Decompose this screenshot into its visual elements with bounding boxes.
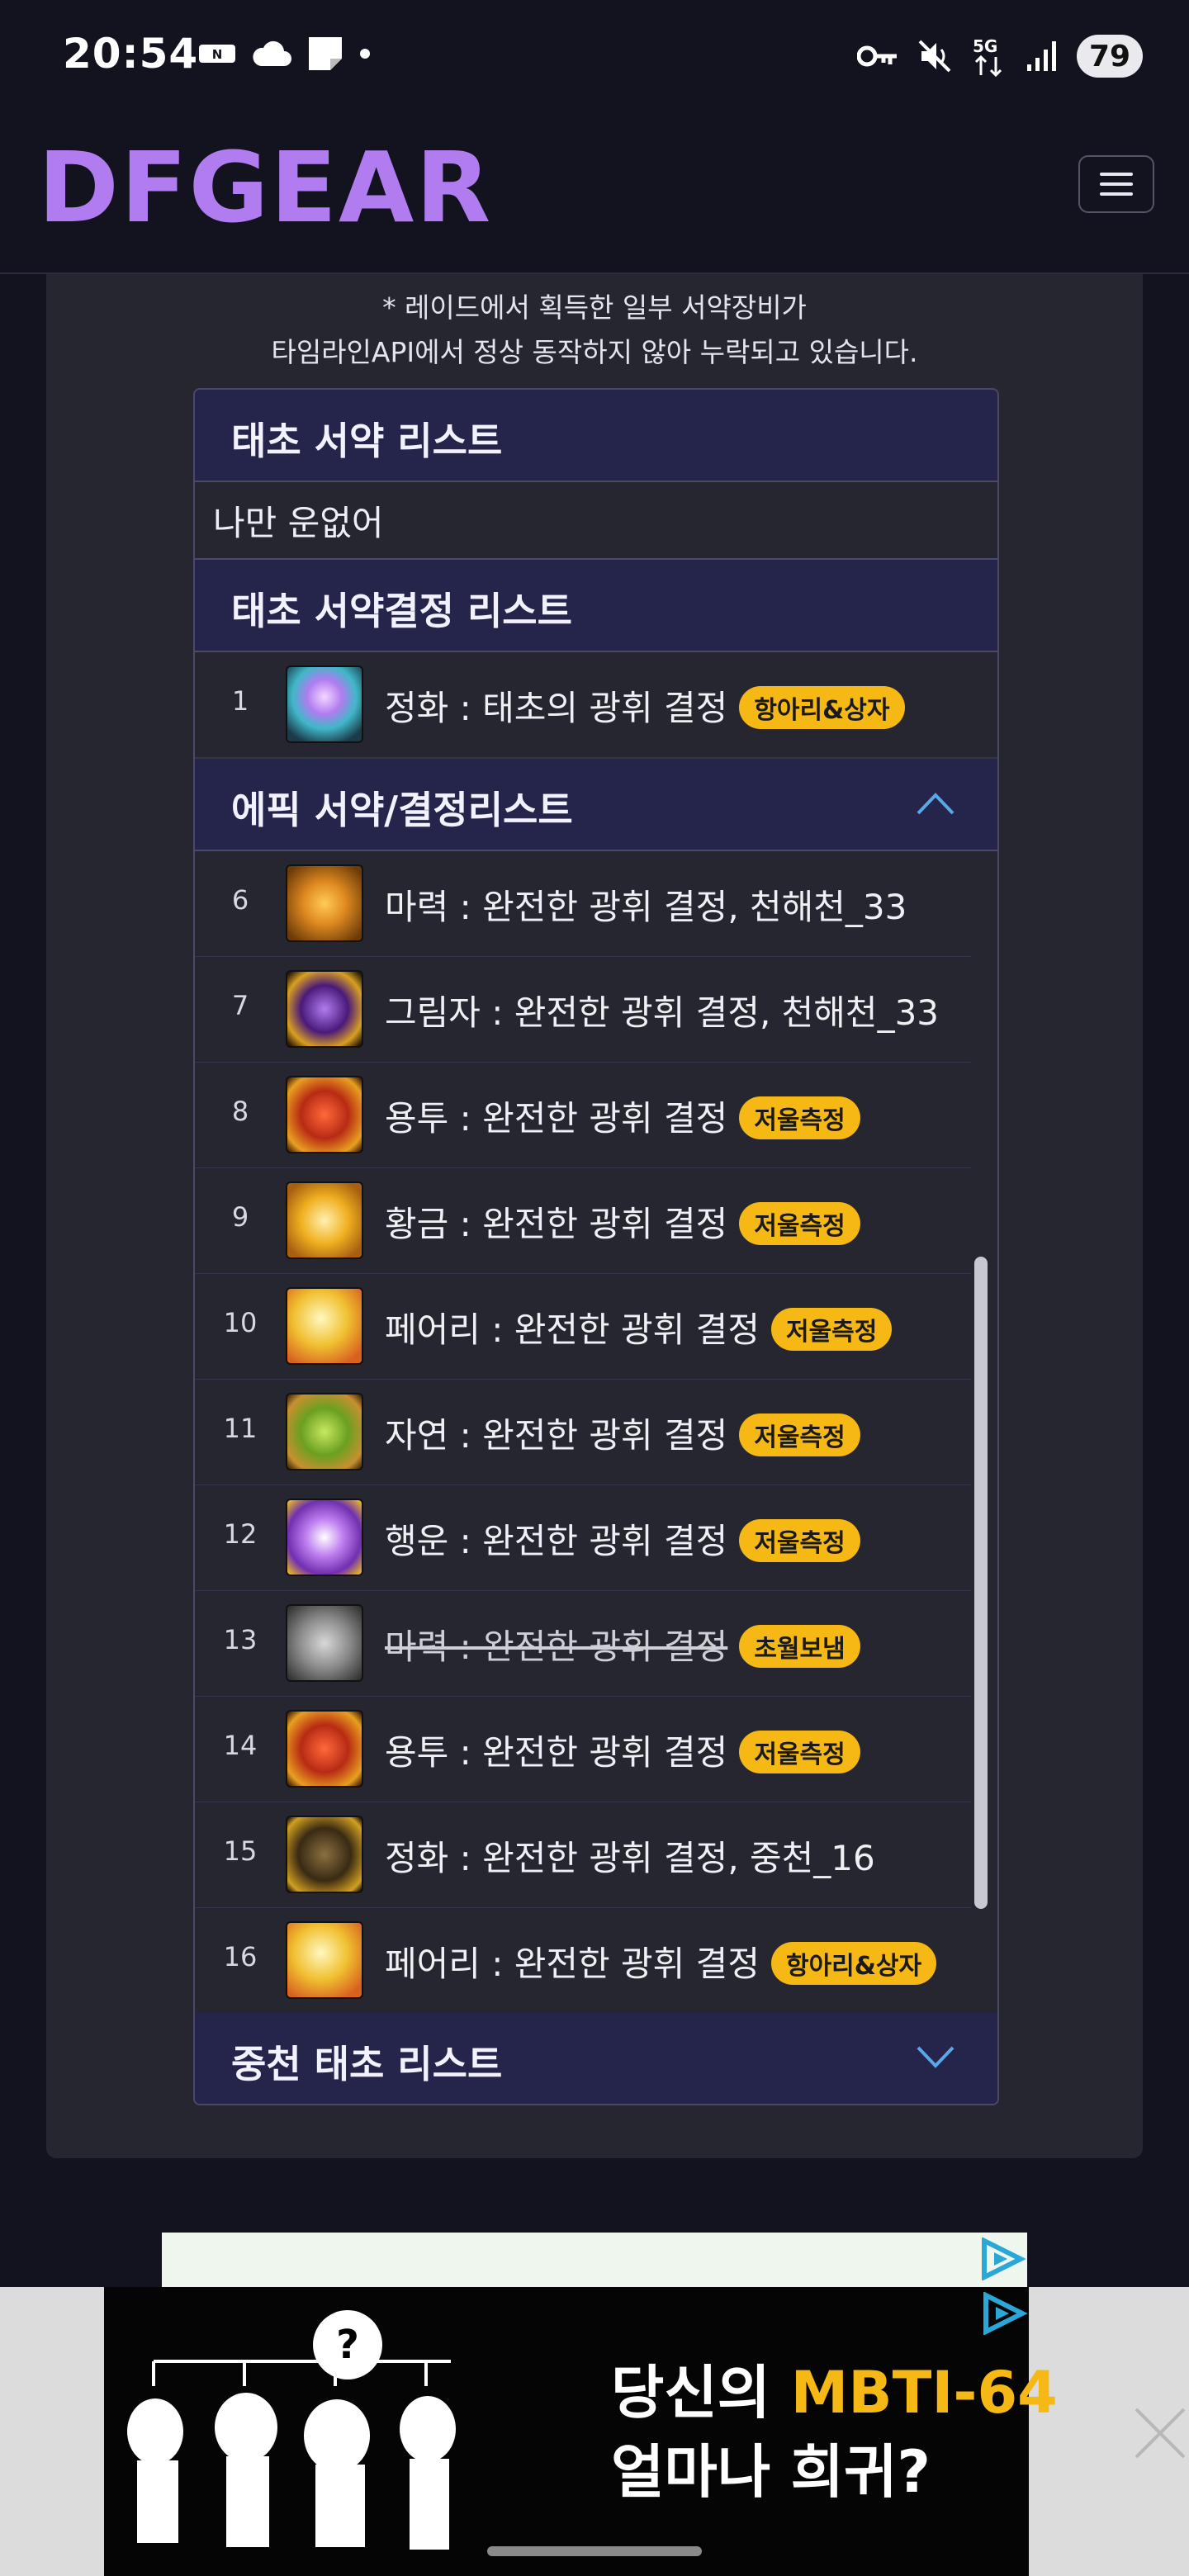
crystal-item-icon (286, 665, 363, 743)
network-5g-icon: 5G (973, 36, 1002, 77)
list-item: 11 자연 : 완전한 광휘 결정 저울측정 (195, 1380, 971, 1486)
section-header-crystal: 태초 서약결정 리스트 (195, 560, 997, 652)
notification-icon: N (199, 45, 235, 63)
cloud-icon (253, 40, 291, 66)
item-tag: 저울측정 (739, 1201, 860, 1245)
section-title: 태초 서약결정 리스트 (231, 589, 572, 633)
ad-banner-top[interactable] (162, 2233, 1027, 2287)
battery-indicator: 79 (1077, 35, 1143, 78)
list-item: 14 용투 : 완전한 광휘 결정 저울측정 (195, 1697, 971, 1803)
item-tag: 저울측정 (739, 1518, 860, 1562)
chevron-up-icon[interactable] (917, 790, 955, 815)
list-item: 8 용투 : 완전한 광휘 결정 저울측정 (195, 1063, 971, 1169)
mute-icon (918, 40, 951, 73)
item-tag: 항아리&상자 (739, 685, 905, 729)
svg-text:?: ? (336, 2322, 359, 2368)
magic-crystal-icon (286, 864, 363, 942)
item-tag: 저울측정 (739, 1096, 860, 1139)
svg-text:5G: 5G (973, 36, 997, 56)
key-icon (857, 45, 897, 67)
site-header: DFGEAR (0, 107, 1189, 274)
status-bar: 20:54 N 5G 79 (0, 0, 1189, 107)
item-tag: 저울측정 (739, 1413, 860, 1456)
list-item: 13 마력 : 완전한 광휘 결정 초월보냄 (195, 1591, 971, 1698)
list-item: 16 페어리 : 완전한 광휘 결정 항아리&상자 (195, 1908, 971, 2015)
hamburger-icon (1100, 173, 1133, 176)
item-tag: 저울측정 (770, 1307, 893, 1351)
adchoices-icon[interactable] (979, 2292, 1029, 2335)
empty-pact-row: 나만 운없어 (195, 482, 997, 560)
dot-icon (360, 49, 370, 59)
item-tag: 저울측정 (739, 1730, 860, 1773)
fight-crystal-icon (286, 1710, 363, 1788)
list-item: 12 행운 : 완전한 광휘 결정 저울측정 (195, 1485, 971, 1592)
section-header-mid[interactable]: 중천 태초 리스트 (195, 2013, 997, 2104)
list-item: 10 페어리 : 완전한 광휘 결정 저울측정 (195, 1274, 971, 1380)
notice-line-2: 타임라인API에서 정상 동작하지 않아 누락되고 있습니다. (271, 336, 918, 368)
list-item: 6 마력 : 완전한 광휘 결정, 천해천_33 (195, 851, 971, 958)
ad-text: 당신의 MBTI-64 얼마나 희귀? (611, 2359, 1058, 2506)
adchoices-icon[interactable] (978, 2237, 1027, 2280)
list-item: 15 정화 : 완전한 광휘 결정, 중천_16 (195, 1802, 971, 1909)
empty-text: 나만 운없어 (213, 503, 384, 543)
fight-crystal-icon (286, 1076, 363, 1153)
section-header-epic[interactable]: 에픽 서약/결정리스트 (195, 759, 997, 851)
note-icon (309, 37, 342, 70)
section-header-pact: 태초 서약 리스트 (195, 390, 997, 482)
site-logo[interactable]: DFGEAR (38, 130, 492, 244)
item-tag: 항아리&상자 (770, 1941, 937, 1985)
list-scrollbar[interactable] (974, 1257, 988, 1909)
ad-illustration: ? (127, 2310, 456, 2550)
section-title: 태초 서약 리스트 (231, 419, 503, 463)
notice-text: * 레이드에서 획득한 일부 서약장비가 타임라인API에서 정상 동작하지 않… (46, 286, 1143, 375)
shadow-crystal-icon (286, 970, 363, 1048)
gesture-nav-handle[interactable] (487, 2546, 702, 2556)
magic-crystal-grey-icon (286, 1604, 363, 1682)
section-title: 에픽 서약/결정리스트 (231, 788, 573, 832)
list-item: 7 그림자 : 완전한 광휘 결정, 천해천_33 (195, 957, 971, 1063)
menu-button[interactable] (1078, 155, 1154, 213)
chevron-down-icon[interactable] (917, 2044, 955, 2069)
close-icon[interactable] (1133, 2406, 1187, 2460)
notice-line-1: * 레이드에서 획득한 일부 서약장비가 (382, 291, 807, 324)
status-time: 20:54 (63, 30, 199, 78)
gold-crystal-icon (286, 1181, 363, 1259)
section-title: 중천 태초 리스트 (231, 2042, 503, 2086)
signal-icon (1027, 41, 1056, 71)
svg-text:N: N (212, 47, 223, 62)
list-item: 1 정화 : 태초의 광휘 결정 항아리&상자 (195, 652, 997, 759)
luck-crystal-icon (286, 1499, 363, 1576)
nature-crystal-icon (286, 1393, 363, 1470)
fairy-crystal-icon (286, 1287, 363, 1365)
list-item: 9 황금 : 완전한 광휘 결정 저울측정 (195, 1168, 971, 1275)
purify-crystal-icon (286, 1816, 363, 1893)
fairy-crystal-icon (286, 1921, 363, 1999)
pact-list-panel: 태초 서약 리스트 나만 운없어 태초 서약결정 리스트 1 정화 : 태초의 … (193, 388, 999, 2105)
item-tag: 초월보냄 (739, 1624, 860, 1668)
